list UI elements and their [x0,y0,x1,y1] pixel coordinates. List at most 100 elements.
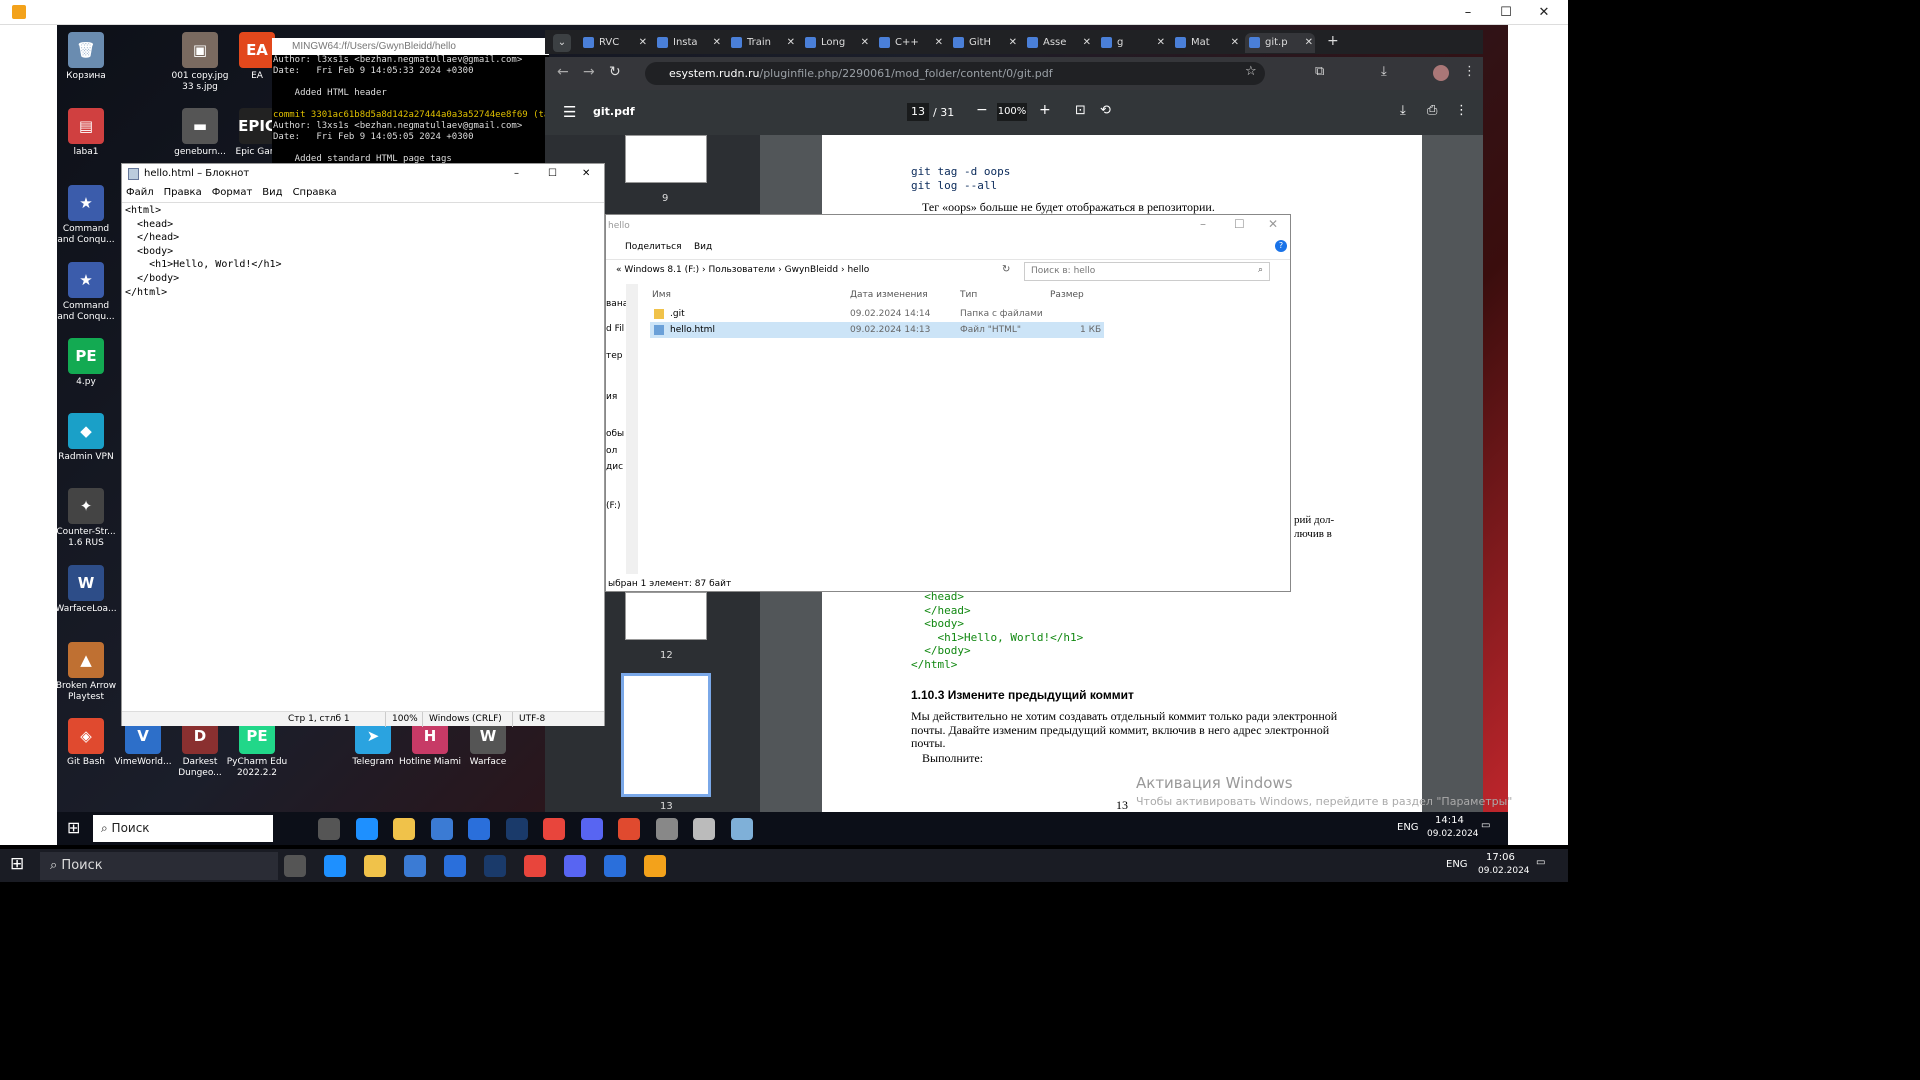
breadcrumb-item[interactable]: Пользователи [708,265,775,275]
extensions-icon[interactable]: ⧉ [1315,64,1324,79]
pdf-zoom-input[interactable]: 100% [997,103,1027,121]
download-icon[interactable]: ⤓ [1381,64,1387,79]
taskbar-app-icon[interactable] [404,855,426,877]
tray-date[interactable]: 09.02.2024 [1478,866,1530,876]
taskbar-app-icon[interactable] [284,855,306,877]
breadcrumb-item[interactable]: Windows 8.1 (F:) [624,265,699,275]
pdf-page-input[interactable]: 13 [907,103,929,121]
search-input[interactable]: Поиск в: hello [1024,262,1270,281]
host-minimize-button[interactable]: – [1449,0,1487,25]
desktop-icon[interactable]: PE 4.py [53,338,119,388]
taskbar-app-icon[interactable] [355,818,378,840]
tab-close-icon[interactable]: ✕ [1083,33,1091,53]
help-icon[interactable]: ? [1275,240,1287,252]
browser-tab[interactable]: GitH ✕ [949,33,1019,53]
explorer-maximize-button[interactable]: ☐ [1234,217,1245,231]
taskbar-app-icon[interactable] [543,818,565,840]
gitbash-window[interactable]: MINGW64:/f/Users/GwynBleidd/hello Author… [272,38,549,163]
col-date[interactable]: Дата изменения [850,290,928,300]
tab-close-icon[interactable]: ✕ [935,33,943,53]
thumbnail-page-12[interactable] [625,592,707,640]
nav-item[interactable]: тер [606,351,626,361]
tab-close-icon[interactable]: ✕ [1305,33,1313,53]
taskbar-app-icon[interactable] [604,855,626,877]
nav-item[interactable]: вана [606,299,626,309]
tray-time[interactable]: 14:14 [1435,815,1464,826]
file-row[interactable]: .git 09.02.2024 14:14 Папка с файлами [650,306,1104,322]
menu-item[interactable]: Правка [164,187,202,198]
pdf-more-icon[interactable]: ⋮ [1455,103,1468,118]
taskbar-app-icon[interactable] [484,855,506,877]
notification-icon[interactable]: ▭ [1481,820,1490,831]
zoom-in-icon[interactable]: + [1039,102,1051,118]
rotate-icon[interactable]: ⟲ [1100,103,1111,118]
nav-item[interactable]: d Fil [606,324,626,334]
host-close-button[interactable]: ✕ [1525,0,1563,25]
taskbar-app-icon[interactable] [644,855,666,877]
breadcrumb-item[interactable]: GwynBleidd [785,265,839,275]
tray-lang[interactable]: ENG [1446,859,1468,870]
taskbar-app-icon[interactable] [524,855,546,877]
taskbar-app-icon[interactable] [580,818,603,840]
zoom-out-icon[interactable]: − [976,102,988,118]
tray-date[interactable]: 09.02.2024 [1427,829,1479,839]
taskbar-app-icon[interactable] [730,818,753,840]
desktop-icon[interactable]: ★ Command and Conqu... [53,185,119,246]
taskbar-app-icon[interactable] [693,818,715,840]
menu-item[interactable]: Вид [262,187,282,198]
taskbar-app-icon[interactable] [618,818,640,840]
col-size[interactable]: Размер [1050,290,1084,300]
taskbar-app-icon[interactable] [324,855,346,877]
explorer-addressbar[interactable]: « Windows 8.1 (F:) › Пользователи › Gwyn… [606,260,1290,284]
tab-close-icon[interactable]: ✕ [861,33,869,53]
col-type[interactable]: Тип [960,290,977,300]
back-icon[interactable]: ← [557,64,569,80]
menu-item[interactable]: Формат [212,187,253,198]
tray-time[interactable]: 17:06 [1486,852,1515,863]
tab-search-icon[interactable]: ⌄ [553,34,571,52]
fit-page-icon[interactable]: ⊡ [1075,103,1086,118]
reload-icon[interactable]: ↻ [609,64,621,80]
tab-close-icon[interactable]: ✕ [1009,33,1017,53]
nav-item[interactable]: дис [606,462,626,472]
taskbar-search[interactable]: ⌕ Поиск [93,815,273,842]
menu-item[interactable]: Файл [126,187,154,198]
tab-close-icon[interactable]: ✕ [713,33,721,53]
ribbon-tab-view[interactable]: Вид [694,242,712,252]
desktop-icon[interactable]: ★ Command and Conqu... [53,262,119,323]
pdf-download-icon[interactable]: ⤓ [1400,103,1406,118]
nav-item[interactable]: ол [606,446,626,456]
chrome-menu-icon[interactable]: ⋮ [1463,64,1476,79]
notepad-editor[interactable]: <html> <head> </head> <body> <h1>Hello, … [122,202,604,696]
breadcrumb-item[interactable]: hello [847,265,869,275]
taskbar-app-icon[interactable] [564,855,586,877]
browser-tab[interactable]: Long ✕ [801,33,871,53]
file-row[interactable]: hello.html 09.02.2024 14:13 Файл "HTML" 1 К… [650,322,1104,338]
desktop-icon[interactable]: ▲ Broken Arrow Playtest [53,642,119,703]
notepad-minimize-button[interactable]: – [514,164,519,184]
desktop-icon[interactable]: ✦ Counter-Str... 1.6 RUS [53,488,119,549]
forward-icon[interactable]: → [583,64,595,80]
browser-tab[interactable]: Train ✕ [727,33,797,53]
browser-tab[interactable]: g ✕ [1097,33,1167,53]
explorer-window[interactable]: hello – ☐ ✕ Поделиться Вид ? « Windows 8… [605,214,1291,592]
explorer-close-button[interactable]: ✕ [1268,217,1278,231]
start-icon[interactable]: ⊞ [67,818,80,837]
desktop-icon[interactable]: 🗑 Корзина [53,32,119,82]
tab-close-icon[interactable]: ✕ [787,33,795,53]
explorer-minimize-button[interactable]: – [1200,217,1206,231]
new-tab-icon[interactable]: + [1327,33,1339,49]
notepad-close-button[interactable]: ✕ [582,164,590,184]
profile-avatar[interactable] [1433,65,1449,81]
pdf-menu-icon[interactable]: ☰ [563,103,576,121]
taskbar-app-icon[interactable] [655,818,678,840]
start-icon[interactable]: ⊞ [10,854,24,874]
taskbar-app-icon[interactable] [318,818,340,840]
nav-item[interactable]: обы [606,429,626,439]
taskbar-app-icon[interactable] [468,818,490,840]
taskbar-app-icon[interactable] [505,818,528,840]
tab-close-icon[interactable]: ✕ [639,33,647,53]
tray-lang[interactable]: ENG [1397,822,1419,833]
desktop-icon[interactable]: PE PyCharm Edu 2022.2.2 [224,718,290,779]
browser-tab[interactable]: C++ ✕ [875,33,945,53]
